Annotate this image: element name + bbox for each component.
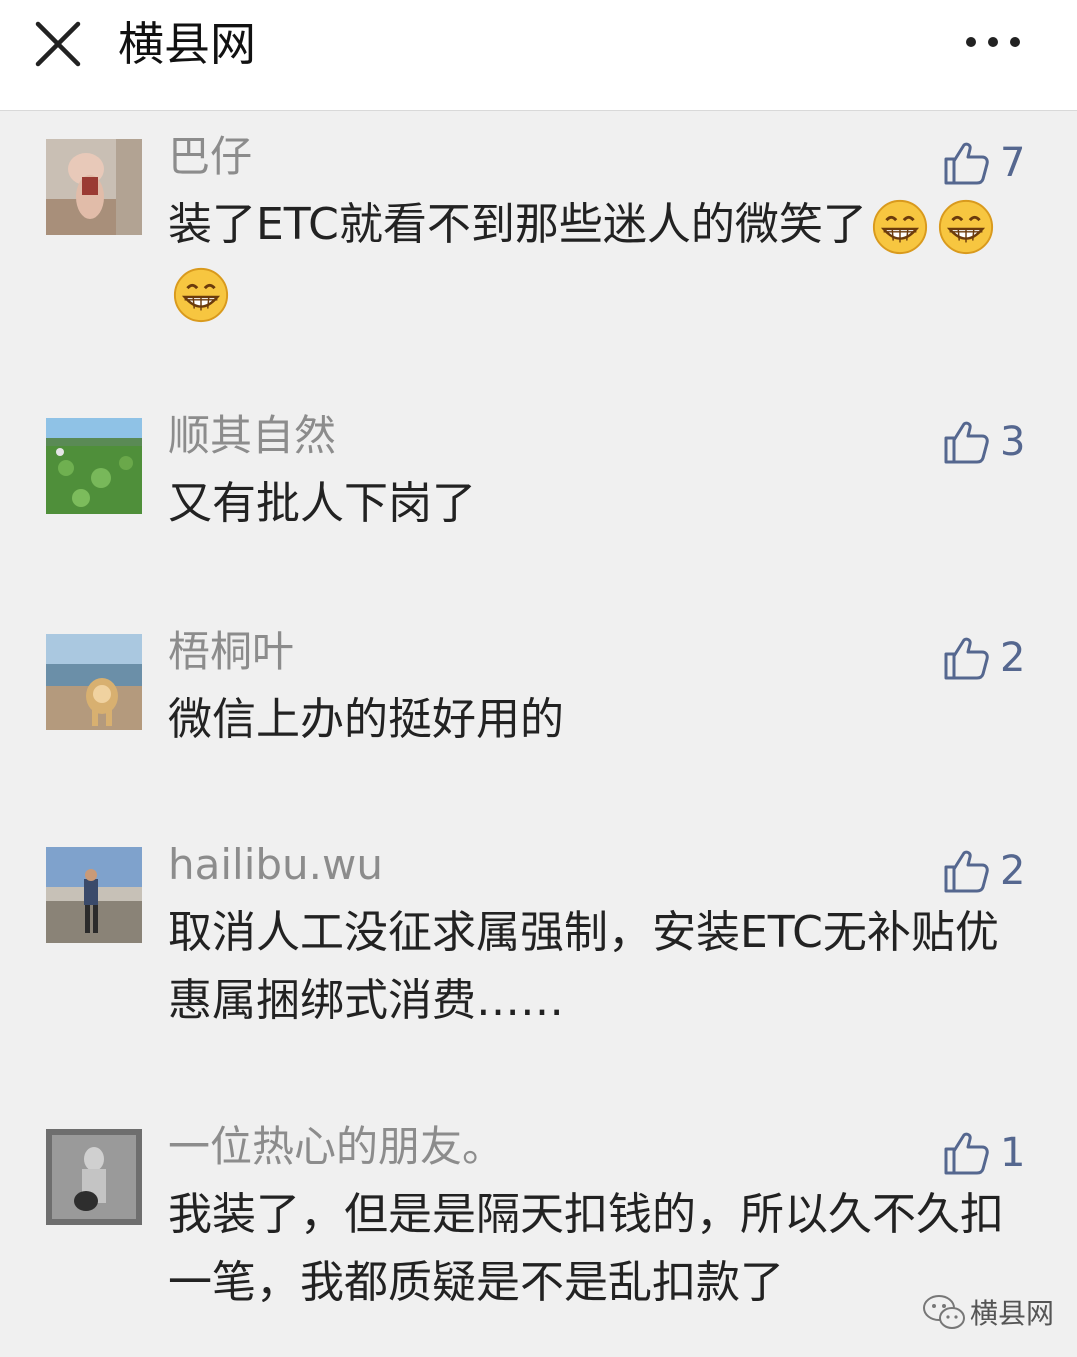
watermark-text: 横县网 — [970, 1297, 1055, 1330]
like-count: 3 — [1000, 419, 1026, 465]
avatar[interactable] — [46, 634, 142, 730]
comment-text-content: 装了ETC就看不到那些迷人的微笑了 — [168, 199, 867, 250]
comment-text: 又有批人下岗了 — [168, 478, 476, 529]
comment-text: 装了ETC就看不到那些迷人的微笑了 — [168, 191, 1018, 327]
grin-emoji-icon — [938, 199, 993, 255]
like-count: 7 — [1000, 140, 1026, 186]
comment-text: 微信上办的挺好用的 — [168, 694, 564, 745]
wechat-icon — [923, 1295, 965, 1329]
comment-nickname: 巴仔 — [168, 132, 253, 181]
more-horizontal-icon — [966, 37, 1020, 47]
avatar[interactable] — [46, 847, 142, 943]
thumbs-up-icon — [944, 421, 989, 464]
like-button[interactable]: 7 — [942, 135, 1025, 191]
comment-text: 我装了，但是是隔天扣钱的，所以久不久扣一笔，我都质疑是不是乱扣款了 — [168, 1189, 1004, 1308]
comment-nickname: 顺其自然 — [168, 411, 337, 460]
grin-emoji-icon — [872, 199, 927, 255]
like-count: 2 — [1000, 635, 1026, 681]
avatar[interactable] — [46, 418, 142, 514]
thumbs-up-icon — [944, 142, 989, 185]
comment-nickname: 一位热心的朋友。 — [168, 1122, 505, 1171]
comment-nickname: 梧桐叶 — [168, 627, 295, 676]
avatar[interactable] — [46, 1129, 142, 1225]
close-icon — [35, 21, 81, 67]
comment-text: 取消人工没征求属强制，安装ETC无补贴优惠属捆绑式消费…… — [168, 907, 999, 1026]
thumbs-up-icon — [944, 637, 989, 680]
like-button[interactable]: 2 — [942, 630, 1025, 686]
like-button[interactable]: 2 — [942, 843, 1025, 899]
watermark: 横县网 — [922, 1290, 1054, 1334]
page-title: 横县网 — [118, 17, 256, 71]
like-count: 1 — [1000, 1130, 1026, 1176]
grin-emoji-icon — [173, 267, 229, 323]
thumbs-up-icon — [944, 1132, 989, 1175]
more-button[interactable] — [958, 22, 1028, 62]
comment-nickname: hailibu.wu — [168, 840, 383, 889]
avatar[interactable] — [46, 139, 142, 235]
close-button[interactable] — [30, 16, 86, 72]
like-button[interactable]: 1 — [942, 1125, 1025, 1181]
like-button[interactable]: 3 — [942, 414, 1025, 470]
thumbs-up-icon — [944, 850, 989, 893]
top-bar: 横县网 — [0, 0, 1077, 111]
like-count: 2 — [1000, 848, 1026, 894]
